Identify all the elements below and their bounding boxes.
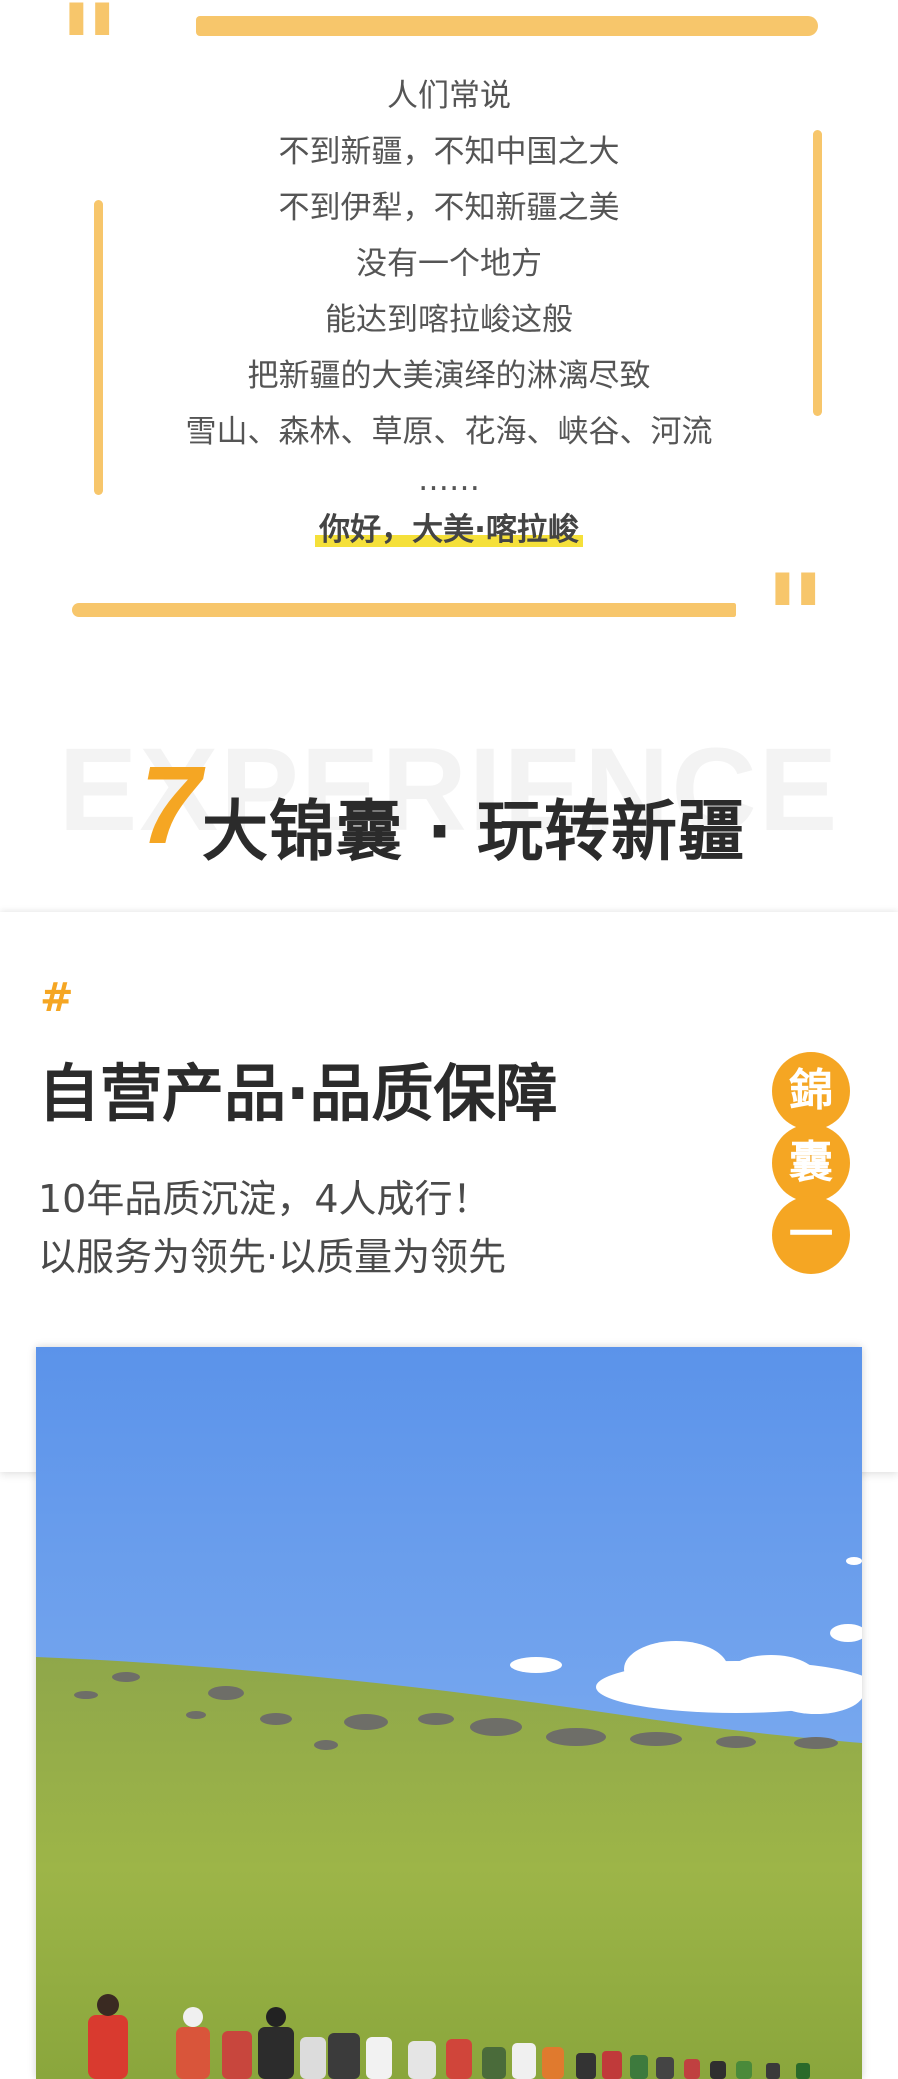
hash-icon: # <box>40 975 74 1021</box>
poem-line: 不到伊犁，不知新疆之美 <box>278 190 620 226</box>
seal-char-yi: 一 <box>772 1196 850 1274</box>
poem-highlight-line: 你好，大美·喀拉峻 <box>0 502 898 558</box>
poem-line: 人们常说 <box>387 78 511 114</box>
card-desc-line: 以服务为领先·以质量为领先 <box>38 1235 507 1279</box>
highlight-text: 你好，大美·喀拉峻 <box>315 510 583 550</box>
close-quote-icon: " <box>764 548 827 689</box>
section-title: 大锦囊 · 玩转新疆 <box>202 793 746 870</box>
card-title: 自营产品·品质保障 <box>38 1057 558 1130</box>
card-description: 10年品质沉淀，4人成行！ 以服务为领先·以质量为领先 <box>38 1170 506 1286</box>
poem-line: 把新疆的大美演绎的淋漓尽致 <box>247 358 651 394</box>
poem-line: 能达到喀拉峻这般 <box>325 302 573 338</box>
seal-char-jin: 錦 <box>772 1052 850 1130</box>
poem-ellipsis: …… <box>418 462 480 498</box>
poem-line: 不到新疆，不知中国之大 <box>278 134 620 170</box>
poem-line: 雪山、森林、草原、花海、峡谷、河流 <box>185 414 713 450</box>
poem-line: 没有一个地方 <box>356 246 542 282</box>
intro-poem: 人们常说 不到新疆，不知中国之大 不到伊犁，不知新疆之美 没有一个地方 能达到喀… <box>0 68 898 558</box>
section-number: 7 <box>140 744 202 867</box>
grassland-hikers-photo <box>36 1347 862 2079</box>
card-desc-line: 10年品质沉淀，4人成行！ <box>38 1177 491 1221</box>
top-brush-stroke <box>196 16 818 36</box>
bottom-brush-stroke <box>72 603 736 617</box>
seal-char-nang: 囊 <box>772 1124 850 1202</box>
